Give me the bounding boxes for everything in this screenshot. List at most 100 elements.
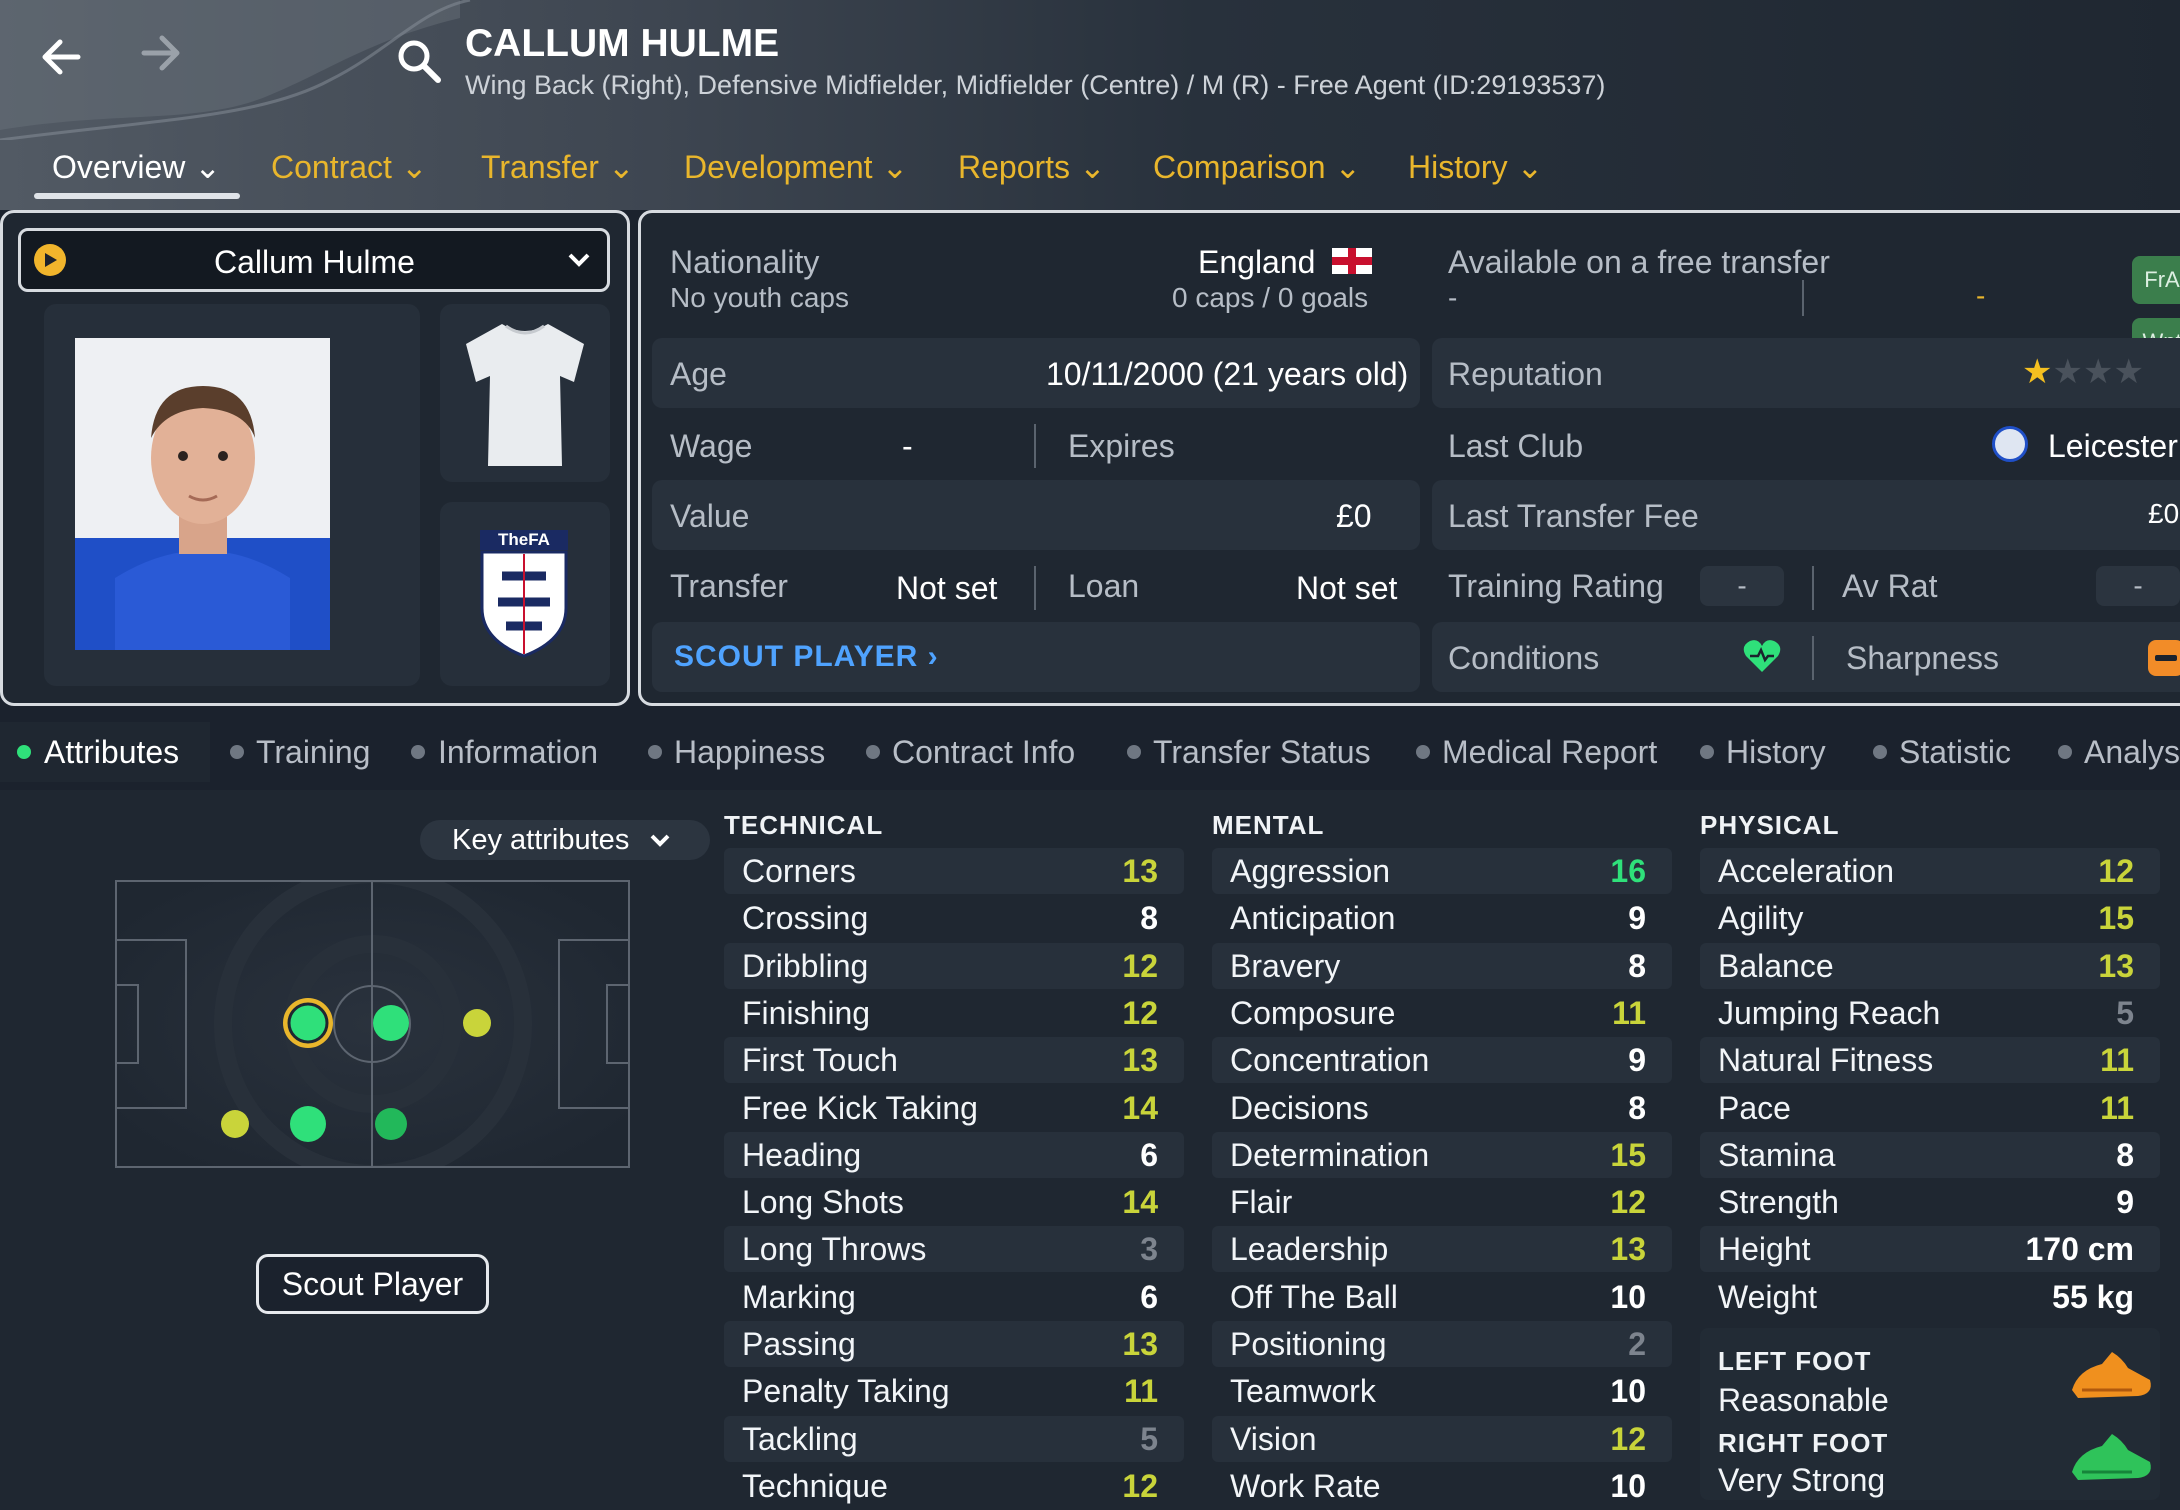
tab-development[interactable]: Development ⌄ xyxy=(684,148,908,186)
transfer-value: Not set xyxy=(896,570,998,606)
last-fee-value: £0 xyxy=(2148,498,2180,529)
attribute-value: 13 xyxy=(2098,947,2134,984)
attribute-name: Free Kick Taking xyxy=(742,1089,978,1126)
attribute-name: Bravery xyxy=(1230,947,1341,984)
tab-reports[interactable]: Reports ⌄ xyxy=(958,148,1106,186)
tab-comparison[interactable]: Comparison ⌄ xyxy=(1153,148,1361,186)
attribute-row: Work Rate 10 xyxy=(1212,1463,1672,1509)
conditions-label: Conditions xyxy=(1448,640,1600,676)
attribute-name: Work Rate xyxy=(1230,1467,1381,1504)
attribute-row: Dribbling 12 xyxy=(724,942,1184,989)
tab-contract[interactable]: Contract ⌄ xyxy=(271,148,428,186)
subtab-contract-info[interactable]: Contract Info xyxy=(892,734,1075,771)
subtab-medical-report[interactable]: Medical Report xyxy=(1442,734,1657,771)
subtab-attributes[interactable]: Attributes xyxy=(44,734,179,771)
attribute-value: 2 xyxy=(1628,1326,1646,1362)
subtab-training[interactable]: Training xyxy=(256,734,370,771)
attribute-row: Marking 6 xyxy=(724,1274,1184,1320)
attribute-value: 14 xyxy=(1122,1184,1158,1221)
dot-icon xyxy=(1700,745,1714,759)
subtab-statistic[interactable]: Statistic xyxy=(1899,734,2011,771)
physical-heading: PHYSICAL xyxy=(1700,810,1840,840)
attribute-row: Crossing 8 xyxy=(724,895,1184,941)
dot-icon xyxy=(1416,745,1430,759)
attribute-value: 13 xyxy=(1122,1042,1158,1079)
sharpness-indicator-icon xyxy=(2148,640,2180,676)
attribute-name: Agility xyxy=(1718,900,1804,937)
scout-player-link[interactable]: SCOUT PLAYER › xyxy=(674,640,939,674)
last-club-value[interactable]: Leicester xyxy=(2048,428,2178,465)
dot-icon xyxy=(411,745,425,759)
tab-history[interactable]: History ⌄ xyxy=(1408,148,1543,186)
attribute-value: 9 xyxy=(1628,900,1646,937)
attribute-value: 55 kg xyxy=(2052,1278,2134,1315)
player-name-title: CALLUM HULME xyxy=(465,22,780,65)
attribute-row: Corners 13 xyxy=(724,848,1184,894)
attribute-row: Heading 6 xyxy=(724,1131,1184,1178)
value-label: Value xyxy=(670,498,750,534)
attribute-name: Technique xyxy=(742,1467,888,1504)
england-flag-icon xyxy=(1332,248,1372,279)
attribute-name: Marking xyxy=(742,1278,856,1315)
attribute-value: 13 xyxy=(1122,1326,1158,1362)
last-club-label: Last Club xyxy=(1448,428,1584,464)
attribute-name: Leadership xyxy=(1230,1231,1389,1268)
left-foot-heading: LEFT FOOT xyxy=(1718,1346,1872,1376)
tab-overview[interactable]: Overview ⌄ xyxy=(52,148,221,186)
free-transfer-label: Available on a free transfer xyxy=(1448,244,1830,280)
last-fee-label: Last Transfer Fee xyxy=(1448,498,1699,534)
attribute-name: Stamina xyxy=(1718,1136,1836,1173)
value-row xyxy=(652,480,1420,550)
attribute-name: Long Throws xyxy=(742,1231,927,1268)
loan-value: Not set xyxy=(1296,570,1398,606)
subtab-history[interactable]: History xyxy=(1726,734,1826,771)
attribute-row: Stamina 8 xyxy=(1700,1131,2160,1178)
attribute-value: 13 xyxy=(1122,853,1158,889)
dot-icon xyxy=(866,745,880,759)
attribute-value: 8 xyxy=(2116,1136,2134,1173)
attribute-row: Anticipation 9 xyxy=(1212,895,1672,941)
attribute-row: Vision 12 xyxy=(1212,1415,1672,1462)
fra-pill-button[interactable]: FrA xyxy=(2132,256,2180,304)
sharpness-label: Sharpness xyxy=(1846,640,1999,676)
right-foot-value: Very Strong xyxy=(1718,1462,1886,1498)
attribute-row: Leadership 13 xyxy=(1212,1226,1672,1273)
attribute-name: Tackling xyxy=(742,1420,858,1457)
attribute-row: Weight 55 kg xyxy=(1700,1274,2160,1320)
chevron-down-icon xyxy=(648,828,672,857)
play-icon xyxy=(34,244,66,276)
attribute-name: Heading xyxy=(742,1136,862,1173)
tab-transfer[interactable]: Transfer ⌄ xyxy=(481,148,635,186)
search-icon[interactable] xyxy=(396,38,442,89)
reputation-stars: ★★★★ xyxy=(2022,352,2144,392)
attribute-value: 12 xyxy=(1610,1184,1646,1221)
transfer-label: Transfer xyxy=(670,568,788,604)
divider xyxy=(1034,566,1036,610)
wage-value: - xyxy=(902,428,913,464)
attribute-row: Concentration 9 xyxy=(1212,1037,1672,1084)
attribute-row: Positioning 2 xyxy=(1212,1321,1672,1367)
attribute-row: Agility 15 xyxy=(1700,895,2160,941)
subtab-analysis[interactable]: Analys xyxy=(2084,734,2180,771)
attribute-row: Decisions 8 xyxy=(1212,1085,1672,1131)
star-empty-icon: ★★★ xyxy=(2052,353,2144,391)
age-value: 10/11/2000 (21 years old) xyxy=(1046,356,1409,392)
attribute-value: 8 xyxy=(1628,1089,1646,1126)
subtab-transfer-status[interactable]: Transfer Status xyxy=(1153,734,1371,771)
attribute-name: Positioning xyxy=(1230,1326,1387,1362)
attribute-value: 10 xyxy=(1610,1373,1646,1410)
attribute-name: Height xyxy=(1718,1231,1811,1268)
training-rating-label: Training Rating xyxy=(1448,568,1664,604)
subtab-happiness[interactable]: Happiness xyxy=(674,734,825,771)
divider xyxy=(1812,566,1814,610)
back-arrow-icon[interactable] xyxy=(38,30,84,90)
subtab-information[interactable]: Information xyxy=(438,734,598,771)
forward-arrow-icon[interactable] xyxy=(138,30,184,81)
player-photo xyxy=(75,338,330,650)
attribute-value: 15 xyxy=(1610,1136,1646,1173)
attribute-value: 14 xyxy=(1122,1089,1158,1126)
scout-player-button[interactable]: Scout Player xyxy=(256,1254,489,1314)
attribute-value: 170 cm xyxy=(2025,1231,2134,1268)
attribute-value: 5 xyxy=(1140,1420,1158,1457)
av-rat-label: Av Rat xyxy=(1842,568,1938,604)
